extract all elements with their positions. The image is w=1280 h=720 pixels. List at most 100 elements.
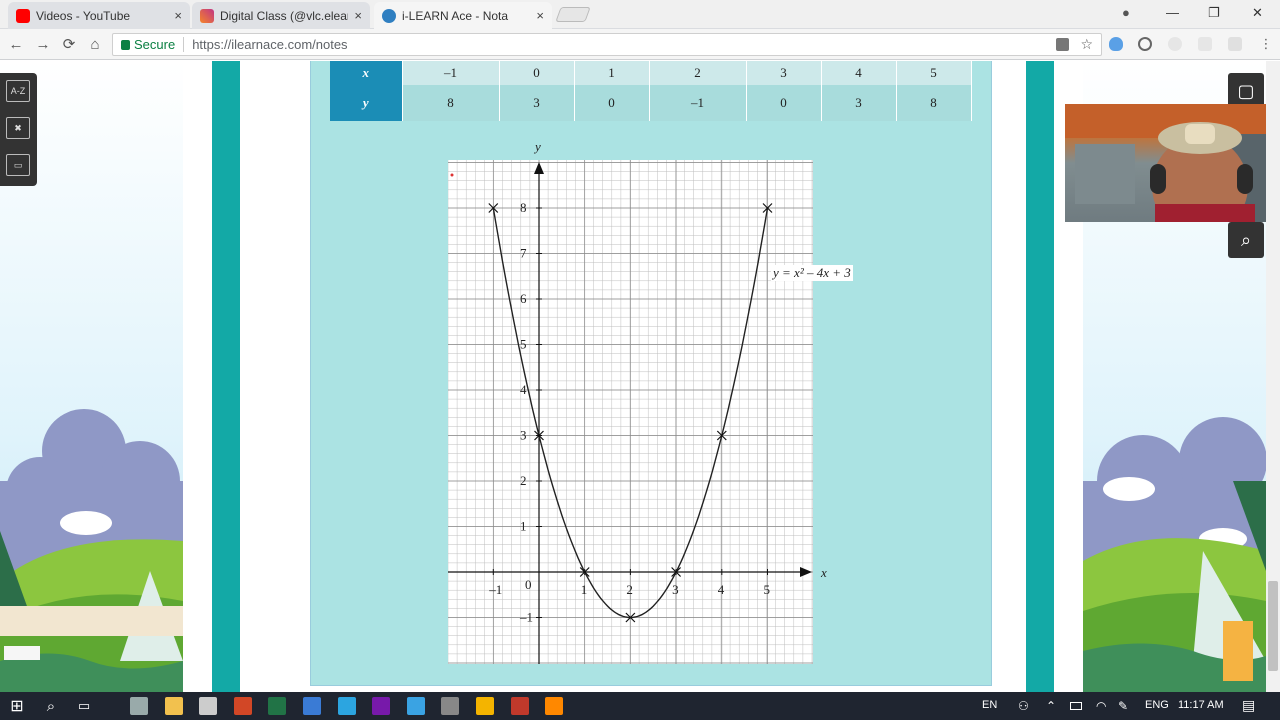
close-tab-icon[interactable]: × (354, 8, 362, 23)
right-teal-border (1026, 61, 1054, 692)
x-cell: 1 (574, 61, 650, 85)
powerpoint-icon[interactable] (233, 697, 252, 715)
x-tick-label: 2 (626, 582, 633, 597)
chrome-icon[interactable] (476, 697, 494, 715)
annotation-dot (450, 173, 454, 177)
windows-taskbar: ⊞ ⌕ ▭ EN ⚇ ⌃ ◠ ✎ ENG 11:17 AM ▤ (0, 692, 1280, 720)
x-tick-label: 1 (581, 582, 588, 597)
y-tick-label: 3 (520, 428, 527, 443)
menu-icon[interactable]: ⋮ (1256, 34, 1276, 54)
y-cell: –1 (649, 85, 747, 121)
language-indicator[interactable]: EN (982, 699, 997, 711)
onenote-icon[interactable] (372, 697, 391, 715)
y-cell: 3 (821, 85, 897, 121)
close-tab-icon[interactable]: × (174, 8, 182, 23)
x-cell: 3 (746, 61, 822, 85)
home-icon[interactable]: ⌂ (85, 34, 105, 54)
wifi-icon[interactable]: ◠ (1096, 699, 1106, 713)
x-cell: 0 (499, 61, 575, 85)
secure-label: Secure (134, 37, 176, 52)
y-cell: 0 (574, 85, 650, 121)
y-tick-label: 1 (520, 519, 527, 534)
y-tick-label: 4 (520, 382, 527, 397)
browser-tab-strip: Videos - YouTube × Digital Class (@vlc.e… (0, 0, 1280, 29)
y-tick-label: 6 (520, 291, 527, 306)
tab-instagram[interactable]: Digital Class (@vlc.elearn × (192, 2, 370, 29)
browser-toolbar: ← → ⟳ ⌂ Secure https://ilearnace.com/not… (0, 29, 1280, 60)
new-tab-button[interactable] (555, 7, 591, 22)
maximize-button[interactable]: ❐ (1208, 5, 1220, 21)
extension-icon[interactable] (1168, 37, 1182, 51)
whiteboard-icon[interactable]: ▭ (6, 154, 30, 176)
app-icon-1[interactable] (199, 697, 218, 715)
y-tick-label: –1 (519, 610, 533, 625)
reload-icon[interactable]: ⟳ (59, 34, 79, 54)
x-cell: 4 (821, 61, 897, 85)
search-icon[interactable]: ⌕ (42, 697, 60, 715)
y-tick-label: 7 (520, 246, 527, 261)
x-cell: 5 (896, 61, 972, 85)
start-button[interactable]: ⊞ (8, 697, 26, 715)
cortana-icon[interactable] (130, 697, 148, 715)
profile-icon[interactable]: ● (1122, 5, 1130, 20)
instagram-icon (200, 8, 214, 23)
presenter-video-frame (1065, 104, 1275, 222)
page-scrollbar[interactable] (1266, 61, 1280, 692)
scrollbar-thumb[interactable] (1268, 581, 1278, 671)
bookmark-star-icon[interactable]: ☆ (1080, 36, 1093, 53)
x-axis-arrow (800, 567, 812, 577)
pen-icon[interactable]: ✎ (1118, 699, 1128, 713)
y-cell: 8 (402, 85, 500, 121)
graph-canvas: –1 1 2 3 4 5 0 –1 1 2 3 4 5 6 7 8 (447, 160, 814, 664)
zoom-icon[interactable]: ⌕ (1228, 222, 1264, 258)
extension-icon[interactable] (1138, 37, 1152, 51)
forward-icon[interactable]: → (33, 34, 53, 54)
telegram-icon[interactable] (337, 697, 356, 715)
people-icon[interactable]: ⚇ (1018, 699, 1029, 713)
vlc-icon[interactable] (545, 697, 564, 715)
y-cell: 0 (746, 85, 822, 121)
equation-label: y = x² – 4x + 3 (771, 265, 853, 281)
task-view-icon[interactable]: ▭ (75, 697, 93, 715)
address-bar[interactable]: Secure https://ilearnace.com/notes ☆ (112, 33, 1102, 56)
y-row-header: y (330, 85, 403, 121)
y-tick-label: 2 (520, 473, 527, 488)
y-cell: 3 (499, 85, 575, 121)
extension-icon[interactable] (1198, 37, 1212, 51)
dictionary-icon[interactable]: A-Z (6, 80, 30, 102)
formula-icon[interactable]: ✖ (6, 117, 30, 139)
tab-ilearn[interactable]: i-LEARN Ace - Nota × (374, 2, 552, 29)
back-icon[interactable]: ← (6, 34, 26, 54)
x-row-header: x (330, 61, 403, 85)
notifications-icon[interactable]: ▤ (1242, 697, 1255, 714)
chevron-up-icon[interactable]: ⌃ (1046, 699, 1056, 713)
app-icon-4[interactable] (510, 697, 529, 715)
facebook-extension-icon[interactable] (1228, 37, 1242, 51)
close-tab-icon[interactable]: × (536, 8, 544, 23)
y-axis-label: y (535, 139, 541, 154)
url-text[interactable]: https://ilearnace.com/notes (192, 37, 347, 52)
battery-icon[interactable] (1070, 702, 1082, 710)
app-icon-2[interactable] (406, 697, 425, 715)
x-axis-label: x (821, 565, 827, 580)
file-explorer-icon[interactable] (164, 697, 183, 715)
translate-icon[interactable] (1056, 38, 1069, 51)
input-method-indicator[interactable]: ENG (1145, 699, 1169, 711)
tab-label: Videos - YouTube (36, 8, 131, 23)
left-tool-panel: A-Z ✖ ▭ (0, 73, 37, 186)
origin-label: 0 (525, 577, 532, 592)
table-row: y 8 3 0 –1 0 3 8 (330, 85, 972, 121)
quadratic-graph: –1 1 2 3 4 5 0 –1 1 2 3 4 5 6 7 8 (447, 160, 814, 664)
tab-label: Digital Class (@vlc.elearn (220, 8, 349, 23)
clock[interactable]: 11:17 AM (1178, 699, 1224, 711)
y-tick-label: 5 (520, 337, 527, 352)
minimize-button[interactable]: — (1166, 5, 1179, 20)
close-window-button[interactable]: ✕ (1252, 5, 1263, 21)
excel-icon[interactable] (268, 697, 287, 715)
tab-youtube[interactable]: Videos - YouTube × (8, 2, 190, 29)
left-teal-border (212, 61, 240, 692)
browser-blue-icon[interactable] (303, 697, 321, 715)
app-icon-3[interactable] (441, 697, 460, 715)
cloud-extension-icon[interactable] (1109, 37, 1123, 51)
x-tick-label: 4 (718, 582, 725, 597)
